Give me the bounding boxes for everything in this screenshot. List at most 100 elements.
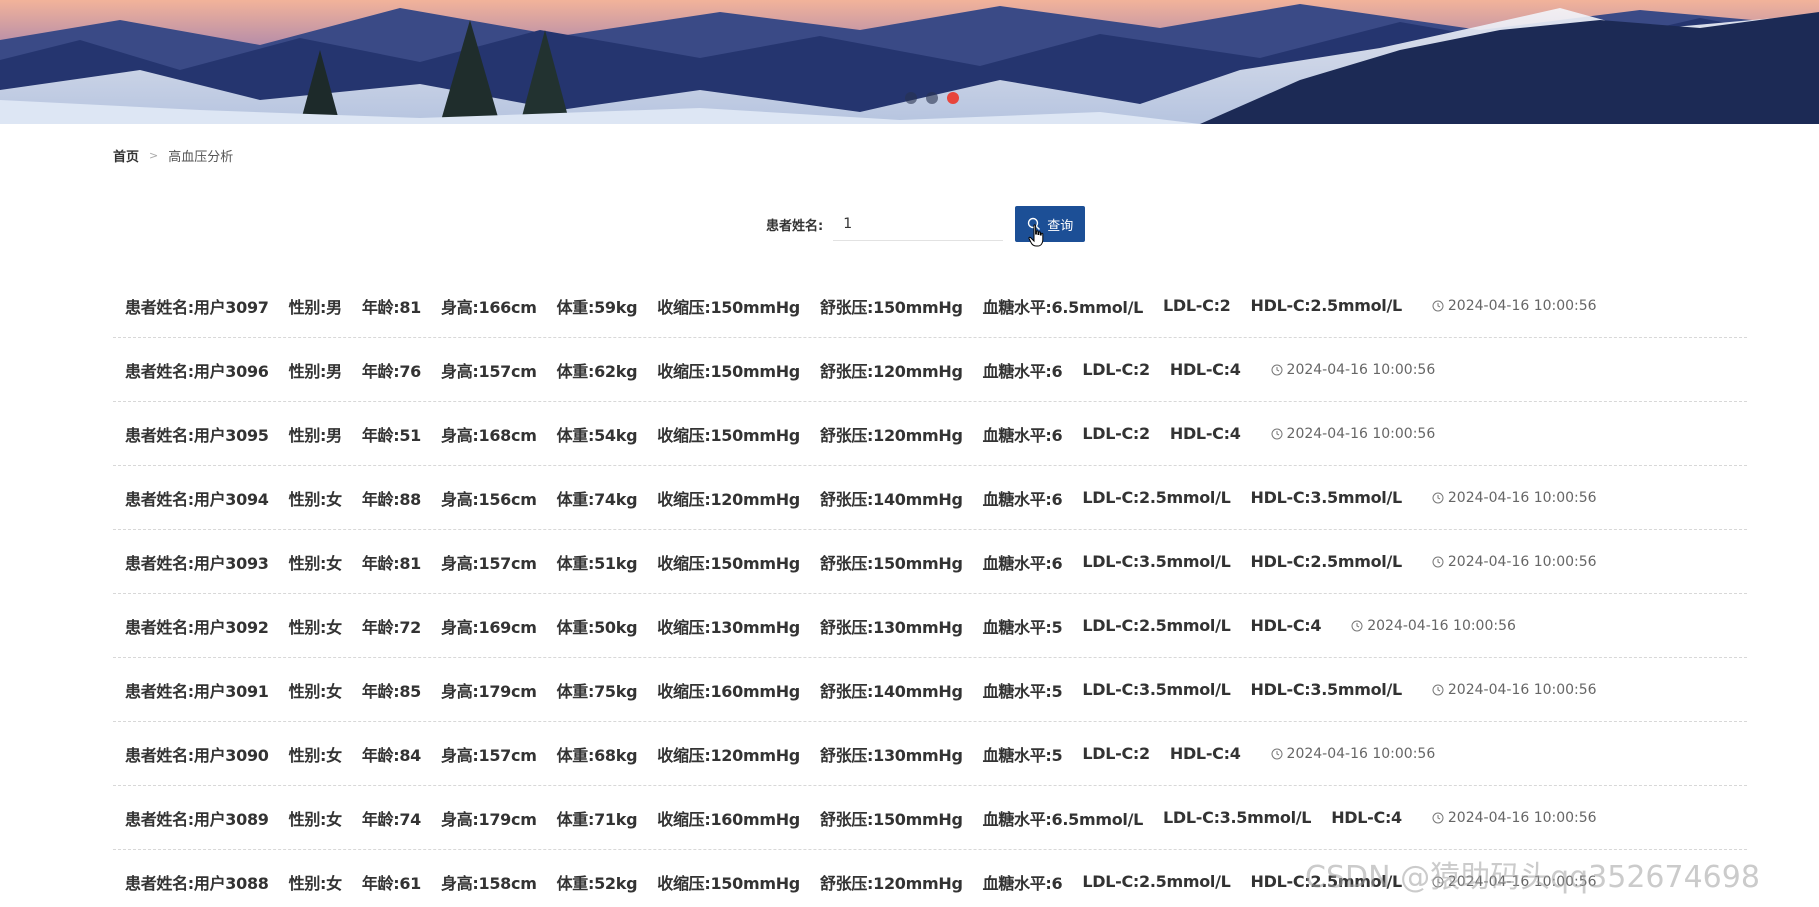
record-diastolic: 舒张压:150mmHg bbox=[819, 809, 963, 829]
search-label: 患者姓名: bbox=[766, 218, 824, 234]
record-name: 患者姓名:用户3096 bbox=[125, 361, 269, 381]
record-time-text: 2024-04-16 10:00:56 bbox=[1447, 809, 1597, 826]
record-name: 患者姓名:用户3089 bbox=[125, 809, 269, 829]
record-timestamp: 2024-04-16 10:00:56 bbox=[1351, 618, 1516, 634]
record-gender: 性别:男 bbox=[288, 297, 343, 317]
record-time-text: 2024-04-16 10:00:56 bbox=[1447, 489, 1597, 506]
search-button[interactable]: 查询 bbox=[1015, 206, 1086, 242]
patient-name-input[interactable] bbox=[833, 207, 1004, 241]
record-gender: 性别:女 bbox=[288, 681, 343, 701]
record-name: 患者姓名:用户3093 bbox=[125, 553, 269, 573]
hand-cursor-icon bbox=[1028, 224, 1044, 247]
record-height: 身高:166cm bbox=[441, 297, 537, 317]
record-height: 身高:157cm bbox=[441, 553, 537, 573]
record-diastolic: 舒张压:120mmHg bbox=[819, 873, 963, 893]
record-age: 年龄:61 bbox=[361, 873, 422, 893]
record-row[interactable]: 患者姓名:用户3096 性别:男 年龄:76 身高:157cm 体重:62kg 收缩压:1… bbox=[113, 338, 1747, 402]
record-timestamp: 2024-04-16 10:00:56 bbox=[1432, 682, 1597, 698]
record-row[interactable]: 患者姓名:用户3095 性别:男 年龄:51 身高:168cm 体重:54kg 收缩压:1… bbox=[113, 402, 1747, 466]
record-gender: 性别:女 bbox=[288, 873, 343, 893]
record-row[interactable]: 患者姓名:用户3097 性别:男 年龄:81 身高:166cm 体重:59kg 收缩压:1… bbox=[113, 274, 1747, 338]
record-diastolic: 舒张压:130mmHg bbox=[819, 617, 963, 637]
record-name: 患者姓名:用户3095 bbox=[125, 425, 269, 445]
clock-icon bbox=[1271, 364, 1283, 375]
clock-icon bbox=[1271, 428, 1283, 439]
record-systolic: 收缩压:120mmHg bbox=[657, 489, 800, 509]
record-list: 患者姓名:用户3097 性别:男 年龄:81 身高:166cm 体重:59kg 收缩压:1… bbox=[113, 274, 1747, 907]
record-systolic: 收缩压:160mmHg bbox=[657, 681, 800, 701]
record-timestamp: 2024-04-16 10:00:56 bbox=[1432, 874, 1597, 890]
record-height: 身高:158cm bbox=[441, 873, 537, 893]
record-hdl: HDL-C:3.5mmol/L bbox=[1250, 488, 1403, 507]
record-weight: 体重:74kg bbox=[556, 489, 638, 509]
record-glucose: 血糖水平:6 bbox=[982, 553, 1063, 573]
record-systolic: 收缩压:150mmHg bbox=[657, 873, 800, 893]
record-ldl: LDL-C:3.5mmol/L bbox=[1163, 808, 1312, 827]
record-weight: 体重:75kg bbox=[556, 681, 638, 701]
breadcrumb-home-link[interactable]: 首页 bbox=[113, 146, 139, 165]
record-timestamp: 2024-04-16 10:00:56 bbox=[1271, 361, 1436, 378]
record-ldl: LDL-C:2.5mmol/L bbox=[1082, 488, 1231, 507]
carousel-dot-3[interactable] bbox=[947, 92, 959, 104]
record-systolic: 收缩压:150mmHg bbox=[657, 297, 800, 317]
record-diastolic: 舒张压:150mmHg bbox=[819, 297, 963, 317]
record-gender: 性别:男 bbox=[288, 425, 343, 445]
record-time-text: 2024-04-16 10:00:56 bbox=[1286, 361, 1436, 378]
record-systolic: 收缩压:150mmHg bbox=[657, 361, 800, 381]
record-glucose: 血糖水平:6.5mmol/L bbox=[982, 297, 1144, 317]
record-diastolic: 舒张压:120mmHg bbox=[819, 425, 963, 445]
record-glucose: 血糖水平:6 bbox=[982, 361, 1063, 381]
record-gender: 性别:女 bbox=[288, 745, 343, 765]
record-weight: 体重:51kg bbox=[556, 553, 638, 573]
record-glucose: 血糖水平:5 bbox=[982, 617, 1063, 637]
record-age: 年龄:81 bbox=[361, 553, 422, 573]
record-timestamp: 2024-04-16 10:00:56 bbox=[1271, 746, 1435, 762]
record-ldl: LDL-C:2.5mmol/L bbox=[1082, 616, 1231, 635]
record-height: 身高:157cm bbox=[441, 745, 537, 765]
record-row[interactable]: 患者姓名:用户3088 性别:女 年龄:61 身高:158cm 体重:52kg 收缩压:1… bbox=[113, 850, 1747, 907]
record-age: 年龄:84 bbox=[361, 745, 422, 765]
carousel-dot-1[interactable] bbox=[905, 92, 917, 104]
record-diastolic: 舒张压:130mmHg bbox=[819, 745, 963, 765]
record-hdl: HDL-C:4 bbox=[1250, 616, 1322, 635]
record-hdl: HDL-C:4 bbox=[1331, 808, 1402, 827]
record-diastolic: 舒张压:120mmHg bbox=[819, 361, 963, 381]
record-row[interactable]: 患者姓名:用户3092 性别:女 年龄:72 身高:169cm 体重:50kg 收缩压:1… bbox=[113, 594, 1747, 658]
record-glucose: 血糖水平:5 bbox=[982, 681, 1063, 701]
record-age: 年龄:88 bbox=[361, 489, 422, 509]
record-row[interactable]: 患者姓名:用户3093 性别:女 年龄:81 身高:157cm 体重:51kg 收缩压:1… bbox=[113, 530, 1747, 594]
clock-icon bbox=[1432, 492, 1444, 503]
record-timestamp: 2024-04-16 10:00:56 bbox=[1432, 298, 1597, 314]
record-gender: 性别:男 bbox=[288, 361, 343, 381]
record-gender: 性别:女 bbox=[288, 809, 343, 829]
breadcrumb-separator: > bbox=[149, 149, 159, 162]
record-name: 患者姓名:用户3094 bbox=[125, 489, 269, 509]
clock-icon bbox=[1432, 300, 1444, 311]
record-row[interactable]: 患者姓名:用户3094 性别:女 年龄:88 身高:156cm 体重:74kg 收缩压:1… bbox=[113, 466, 1747, 530]
record-diastolic: 舒张压:150mmHg bbox=[819, 553, 963, 573]
record-name: 患者姓名:用户3092 bbox=[125, 617, 269, 637]
record-ldl: LDL-C:2 bbox=[1082, 360, 1150, 379]
hero-banner bbox=[0, 0, 1819, 124]
record-row[interactable]: 患者姓名:用户3090 性别:女 年龄:84 身高:157cm 体重:68kg 收缩压:1… bbox=[113, 722, 1747, 786]
search-button-label: 查询 bbox=[1047, 218, 1074, 234]
record-age: 年龄:51 bbox=[361, 425, 422, 445]
mountain-landscape-image bbox=[0, 0, 1819, 124]
record-timestamp: 2024-04-16 10:00:56 bbox=[1432, 490, 1597, 506]
record-hdl: HDL-C:4 bbox=[1169, 360, 1241, 379]
carousel-indicators bbox=[905, 92, 959, 104]
breadcrumb: 首页 > 高血压分析 bbox=[113, 146, 233, 165]
carousel-dot-2[interactable] bbox=[926, 92, 938, 104]
clock-icon bbox=[1432, 876, 1444, 887]
record-glucose: 血糖水平:5 bbox=[982, 745, 1063, 765]
record-timestamp: 2024-04-16 10:00:56 bbox=[1432, 554, 1597, 570]
record-age: 年龄:74 bbox=[361, 809, 422, 829]
record-hdl: HDL-C:4 bbox=[1169, 424, 1241, 443]
record-ldl: LDL-C:3.5mmol/L bbox=[1082, 552, 1231, 571]
record-systolic: 收缩压:150mmHg bbox=[657, 425, 800, 445]
record-row[interactable]: 患者姓名:用户3091 性别:女 年龄:85 身高:179cm 体重:75kg 收缩压:1… bbox=[113, 658, 1747, 722]
record-name: 患者姓名:用户3091 bbox=[125, 681, 269, 701]
record-systolic: 收缩压:150mmHg bbox=[657, 553, 800, 573]
record-weight: 体重:52kg bbox=[556, 873, 638, 893]
record-row[interactable]: 患者姓名:用户3089 性别:女 年龄:74 身高:179cm 体重:71kg 收缩压:1… bbox=[113, 786, 1747, 850]
